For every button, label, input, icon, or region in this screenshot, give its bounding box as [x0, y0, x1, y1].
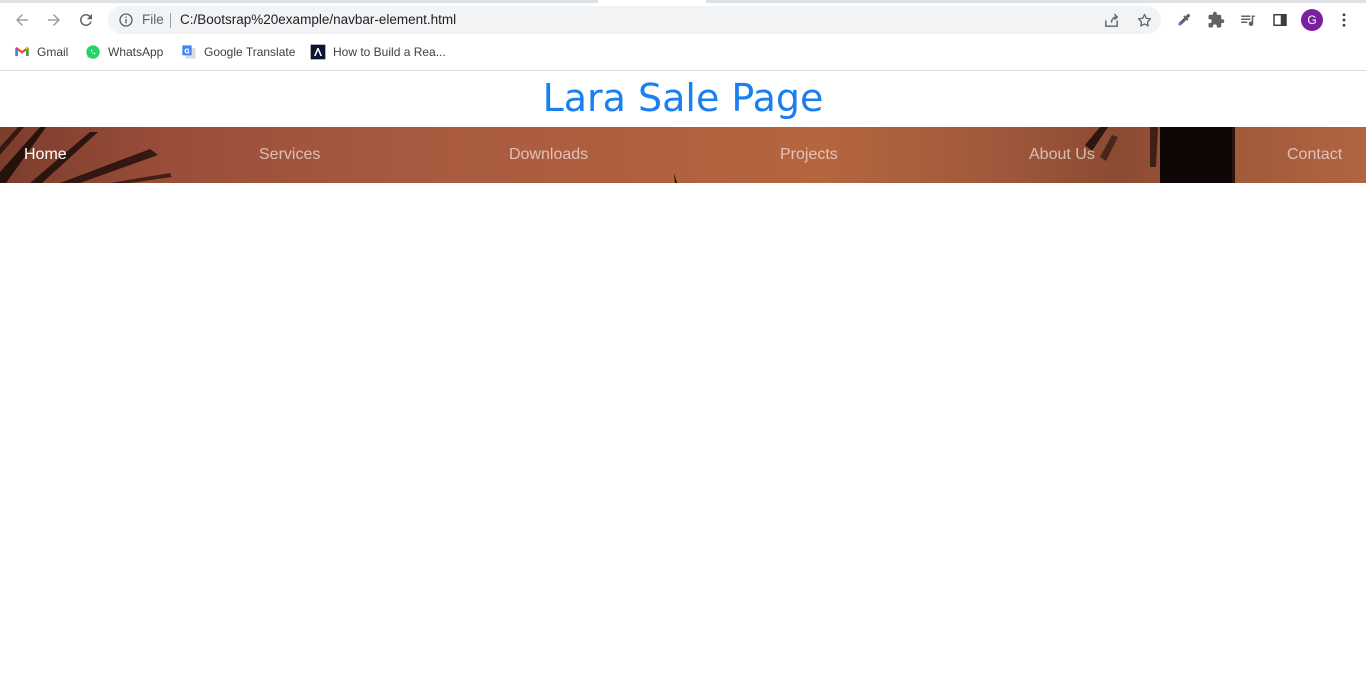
browser-toolbar: File C:/Bootsrap%20example/navbar-elemen…: [0, 3, 1366, 37]
bookmark-label: WhatsApp: [108, 45, 164, 59]
back-button[interactable]: [8, 6, 36, 34]
bookmark-label: Google Translate: [204, 45, 296, 59]
nav-link-home[interactable]: Home: [24, 145, 67, 165]
nav-link-services[interactable]: Services: [259, 145, 320, 165]
nav-link-contact[interactable]: Contact: [1287, 145, 1342, 165]
page-viewport: Lara Sale Page Home Services Downloads P…: [0, 71, 1366, 692]
reload-icon: [79, 13, 92, 26]
bookmark-whatsapp[interactable]: WhatsApp: [85, 42, 163, 62]
navbar: Home Services Downloads Projects About U…: [0, 127, 1366, 183]
navbar-background-image: [0, 127, 1235, 183]
address-scheme: File: [142, 12, 164, 27]
gmail-icon: [15, 46, 29, 56]
bookmark-star-button[interactable]: [1134, 10, 1154, 30]
info-icon[interactable]: [118, 12, 134, 28]
puzzle-icon: [1208, 11, 1225, 28]
bookmark-label: Gmail: [37, 45, 69, 59]
reload-button[interactable]: [72, 6, 100, 34]
bookmark-how-to-build[interactable]: How to Build a Rea...: [310, 42, 446, 62]
bookmark-google-translate[interactable]: G Google Translate: [181, 42, 295, 62]
profile-initial: G: [1307, 13, 1317, 27]
svg-text:G: G: [184, 47, 189, 55]
forward-button[interactable]: [40, 6, 68, 34]
google-translate-icon: G: [182, 45, 196, 59]
address-url[interactable]: C:/Bootsrap%20example/navbar-element.htm…: [180, 12, 456, 27]
nav-link-projects[interactable]: Projects: [780, 145, 838, 165]
kebab-menu-icon: [1342, 13, 1346, 27]
side-panel-button[interactable]: [1269, 9, 1291, 31]
site-favicon-icon: [310, 44, 326, 60]
share-icon: [1104, 13, 1118, 27]
whatsapp-icon: [86, 45, 100, 59]
arrow-right-icon: [48, 14, 60, 26]
nav-link-downloads[interactable]: Downloads: [509, 145, 588, 165]
profile-avatar[interactable]: G: [1301, 9, 1323, 31]
bookmarks-bar: Gmail WhatsApp G Google Translate How to…: [0, 40, 1366, 64]
extensions-button[interactable]: [1205, 9, 1227, 31]
nav-link-about-us[interactable]: About Us: [1029, 145, 1095, 165]
bookmark-gmail[interactable]: Gmail: [14, 42, 68, 62]
address-bar[interactable]: File C:/Bootsrap%20example/navbar-elemen…: [108, 6, 1161, 34]
browser-menu-button[interactable]: [1333, 9, 1355, 31]
eyedropper-button[interactable]: [1173, 9, 1195, 31]
bookmark-label: How to Build a Rea...: [333, 45, 446, 59]
browser-chrome: File C:/Bootsrap%20example/navbar-elemen…: [0, 0, 1366, 71]
arrow-left-icon: [16, 14, 28, 26]
eyedropper-icon: [1178, 13, 1191, 26]
media-button[interactable]: [1237, 9, 1259, 31]
share-button[interactable]: [1101, 10, 1121, 30]
address-separator: [170, 13, 171, 28]
star-icon: [1137, 13, 1151, 27]
side-panel-icon: [1273, 14, 1287, 26]
page-title: Lara Sale Page: [542, 76, 824, 120]
media-queue-icon: [1241, 15, 1255, 27]
